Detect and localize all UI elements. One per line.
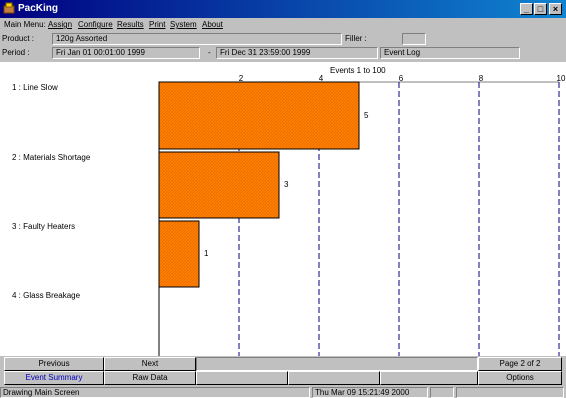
nav-spacer-panel	[196, 357, 478, 371]
mode-field: Event Log	[380, 47, 520, 59]
status-datetime: Thu Mar 09 15:21:49 2000	[312, 387, 428, 398]
view-button-4[interactable]	[288, 371, 380, 385]
value-label: 3	[284, 180, 289, 189]
status-panel-4	[456, 387, 564, 398]
page-indicator: Page 2 of 2	[478, 357, 562, 371]
category-label: 4 : Glass Breakage	[12, 291, 81, 300]
period-label: Period :	[2, 48, 30, 57]
window-title: PacKing	[18, 3, 59, 14]
status-message: Drawing Main Screen	[0, 387, 310, 398]
period-row: Period : Fri Jan 01 00:01:00 1999 - Fri …	[0, 46, 566, 60]
minimize-button[interactable]: _	[520, 3, 533, 15]
bar[interactable]	[158, 151, 280, 219]
menu-item-configure[interactable]: Configure	[78, 20, 113, 29]
filler-field	[402, 33, 426, 45]
menu-item-results[interactable]: Results	[117, 20, 144, 29]
product-row: Product : 120g Assorted Filler :	[0, 32, 566, 46]
category-label: 1 : Line Slow	[12, 83, 58, 92]
category-label: 3 : Faulty Heaters	[12, 222, 76, 231]
bar[interactable]	[158, 81, 360, 150]
menu-item-system[interactable]: System	[170, 20, 197, 29]
view-button-5[interactable]	[380, 371, 478, 385]
filler-label: Filler :	[345, 34, 367, 43]
period-end-field: Fri Dec 31 23:59:00 1999	[216, 47, 378, 59]
value-label: 5	[364, 110, 369, 120]
menu-label: Main Menu:	[4, 20, 46, 29]
category-label: 2 : Materials Shortage	[12, 153, 91, 162]
x-tick-label: 4	[318, 74, 324, 83]
chart-area: Events 1 to 100 2 4 6 8 10 1 : Line Slow 5 2 : …	[0, 62, 566, 356]
event-chart	[158, 81, 560, 356]
previous-button[interactable]: Previous	[4, 357, 104, 371]
period-separator: -	[208, 48, 211, 57]
status-panel-3	[430, 387, 454, 398]
title-bar: PacKing _ □ ×	[0, 0, 566, 18]
packing-app-icon	[3, 2, 15, 14]
menu-bar: Main Menu: Assign Configure Results Prin…	[0, 18, 566, 32]
close-button[interactable]: ×	[549, 3, 562, 15]
maximize-button[interactable]: □	[534, 3, 547, 15]
raw-data-button[interactable]: Raw Data	[104, 371, 196, 385]
period-start-field: Fri Jan 01 00:01:00 1999	[52, 47, 200, 59]
event-summary-button[interactable]: Event Summary	[4, 371, 104, 385]
x-tick-label: 2	[238, 74, 244, 83]
x-tick-label: 10	[556, 74, 566, 83]
options-button[interactable]: Options	[478, 371, 562, 385]
x-tick-label: 8	[478, 74, 484, 83]
bar[interactable]	[158, 220, 200, 288]
menu-item-assign[interactable]: Assign	[48, 20, 72, 29]
status-bar: Drawing Main Screen Thu Mar 09 15:21:49 …	[0, 386, 566, 398]
menu-item-print[interactable]: Print	[149, 20, 165, 29]
value-label: 1	[204, 249, 209, 258]
chart-subtitle: Events 1 to 100	[330, 66, 386, 75]
view-button-3[interactable]	[196, 371, 288, 385]
x-tick-label: 6	[398, 74, 404, 83]
product-label: Product :	[2, 34, 35, 43]
product-field: 120g Assorted	[52, 33, 342, 45]
next-button[interactable]: Next	[104, 357, 196, 371]
menu-item-about[interactable]: About	[202, 20, 223, 29]
